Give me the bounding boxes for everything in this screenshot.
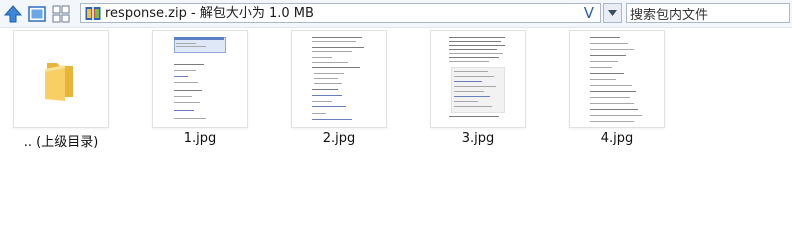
image-thumbnail (569, 30, 665, 128)
zip-archive-icon (85, 7, 101, 20)
address-path: response.zip - 解包大小为 1.0 MB (105, 6, 314, 21)
item-label: 2.jpg (322, 131, 356, 146)
document-preview (588, 34, 646, 124)
document-preview (447, 34, 509, 124)
item-label: 3.jpg (461, 131, 495, 146)
document-preview (172, 34, 228, 124)
view-grid-icon[interactable] (50, 3, 71, 24)
view-large-icon[interactable] (26, 3, 47, 24)
folder-icon (45, 63, 73, 101)
address-history-toggle[interactable]: V (584, 4, 594, 23)
file-item-4[interactable]: 4.jpg (569, 30, 665, 150)
image-thumbnail (291, 30, 387, 128)
image-thumbnail (430, 30, 526, 128)
item-label: 4.jpg (600, 131, 634, 146)
parent-folder-thumbnail (13, 30, 109, 128)
file-item-2[interactable]: 2.jpg (291, 30, 387, 150)
address-dropdown-button[interactable] (603, 3, 622, 23)
file-item-3[interactable]: 3.jpg (430, 30, 526, 150)
image-thumbnail (152, 30, 248, 128)
chevron-down-icon (608, 10, 617, 16)
up-arrow-icon[interactable] (2, 3, 23, 24)
address-bar[interactable]: response.zip - 解包大小为 1.0 MB V (80, 3, 601, 23)
search-input[interactable] (630, 7, 780, 24)
document-preview (310, 34, 368, 124)
file-item-1[interactable]: 1.jpg (152, 30, 248, 150)
parent-folder-item[interactable]: .. (上级目录) (13, 30, 109, 150)
item-label: .. (上级目录) (23, 135, 99, 150)
item-label: 1.jpg (183, 131, 217, 146)
toolbar: response.zip - 解包大小为 1.0 MB V (0, 0, 792, 28)
search-box[interactable] (626, 3, 790, 24)
